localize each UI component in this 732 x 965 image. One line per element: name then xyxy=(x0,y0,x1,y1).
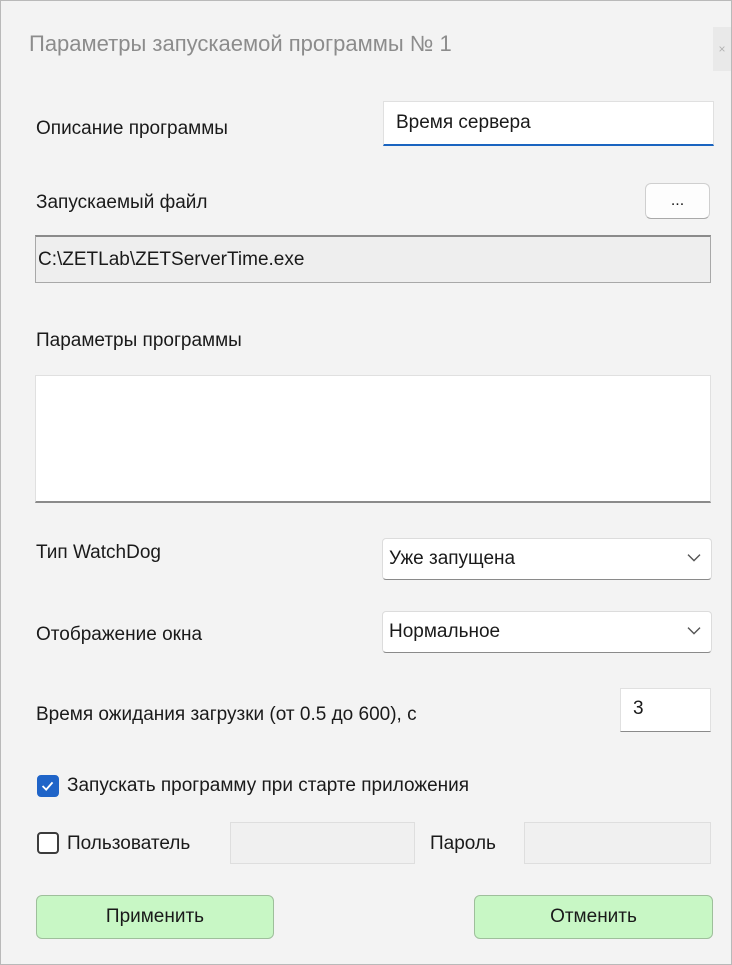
window-mode-selected: Нормальное xyxy=(389,621,501,642)
browse-label: ... xyxy=(670,192,685,209)
apply-label: Применить xyxy=(105,906,205,927)
exe-path-value: C:\ZETLab\ZETServerTime.exe xyxy=(38,248,305,270)
watchdog-label: Тип WatchDog xyxy=(36,542,161,563)
password-input[interactable] xyxy=(524,822,711,864)
timeout-value: 3 xyxy=(633,698,644,719)
user-checkbox[interactable] xyxy=(37,832,59,854)
window-title: Параметры запускаемой программы № 1 xyxy=(29,31,452,56)
close-icon: × xyxy=(718,42,726,56)
cancel-label: Отменить xyxy=(550,906,637,927)
checkmark-icon xyxy=(41,781,54,791)
user-input[interactable] xyxy=(230,822,415,864)
password-label: Пароль xyxy=(430,833,496,854)
watchdog-selected: Уже запущена xyxy=(389,548,516,569)
exe-path-field[interactable]: C:\ZETLab\ZETServerTime.exe xyxy=(35,235,711,283)
dialog-window: Параметры запускаемой программы № 1 × Оп… xyxy=(0,0,732,965)
cancel-button[interactable]: Отменить xyxy=(474,895,713,939)
description-input[interactable]: Время сервера xyxy=(383,101,714,146)
autostart-checkbox[interactable] xyxy=(37,775,59,797)
description-value: Время сервера xyxy=(396,112,531,133)
params-textarea[interactable] xyxy=(35,375,711,503)
chevron-down-icon xyxy=(687,554,701,562)
timeout-label: Время ожидания загрузки (от 0.5 до 600),… xyxy=(36,704,417,725)
close-button[interactable]: × xyxy=(713,27,731,71)
browse-button[interactable]: ... xyxy=(645,183,710,219)
window-mode-label: Отображение окна xyxy=(36,624,203,645)
title-bar: Параметры запускаемой программы № 1 × xyxy=(1,1,731,87)
autostart-label[interactable]: Запускать программу при старте приложени… xyxy=(67,775,469,797)
params-label: Параметры программы xyxy=(36,330,242,351)
chevron-down-icon xyxy=(687,627,701,635)
description-label: Описание программы xyxy=(36,118,228,139)
apply-button[interactable]: Применить xyxy=(36,895,274,939)
timeout-input[interactable]: 3 xyxy=(620,688,711,732)
user-label[interactable]: Пользователь xyxy=(67,833,190,855)
watchdog-select[interactable]: Уже запущена xyxy=(382,538,712,580)
window-mode-select[interactable]: Нормальное xyxy=(382,611,712,653)
exe-label: Запускаемый файл xyxy=(36,192,208,213)
